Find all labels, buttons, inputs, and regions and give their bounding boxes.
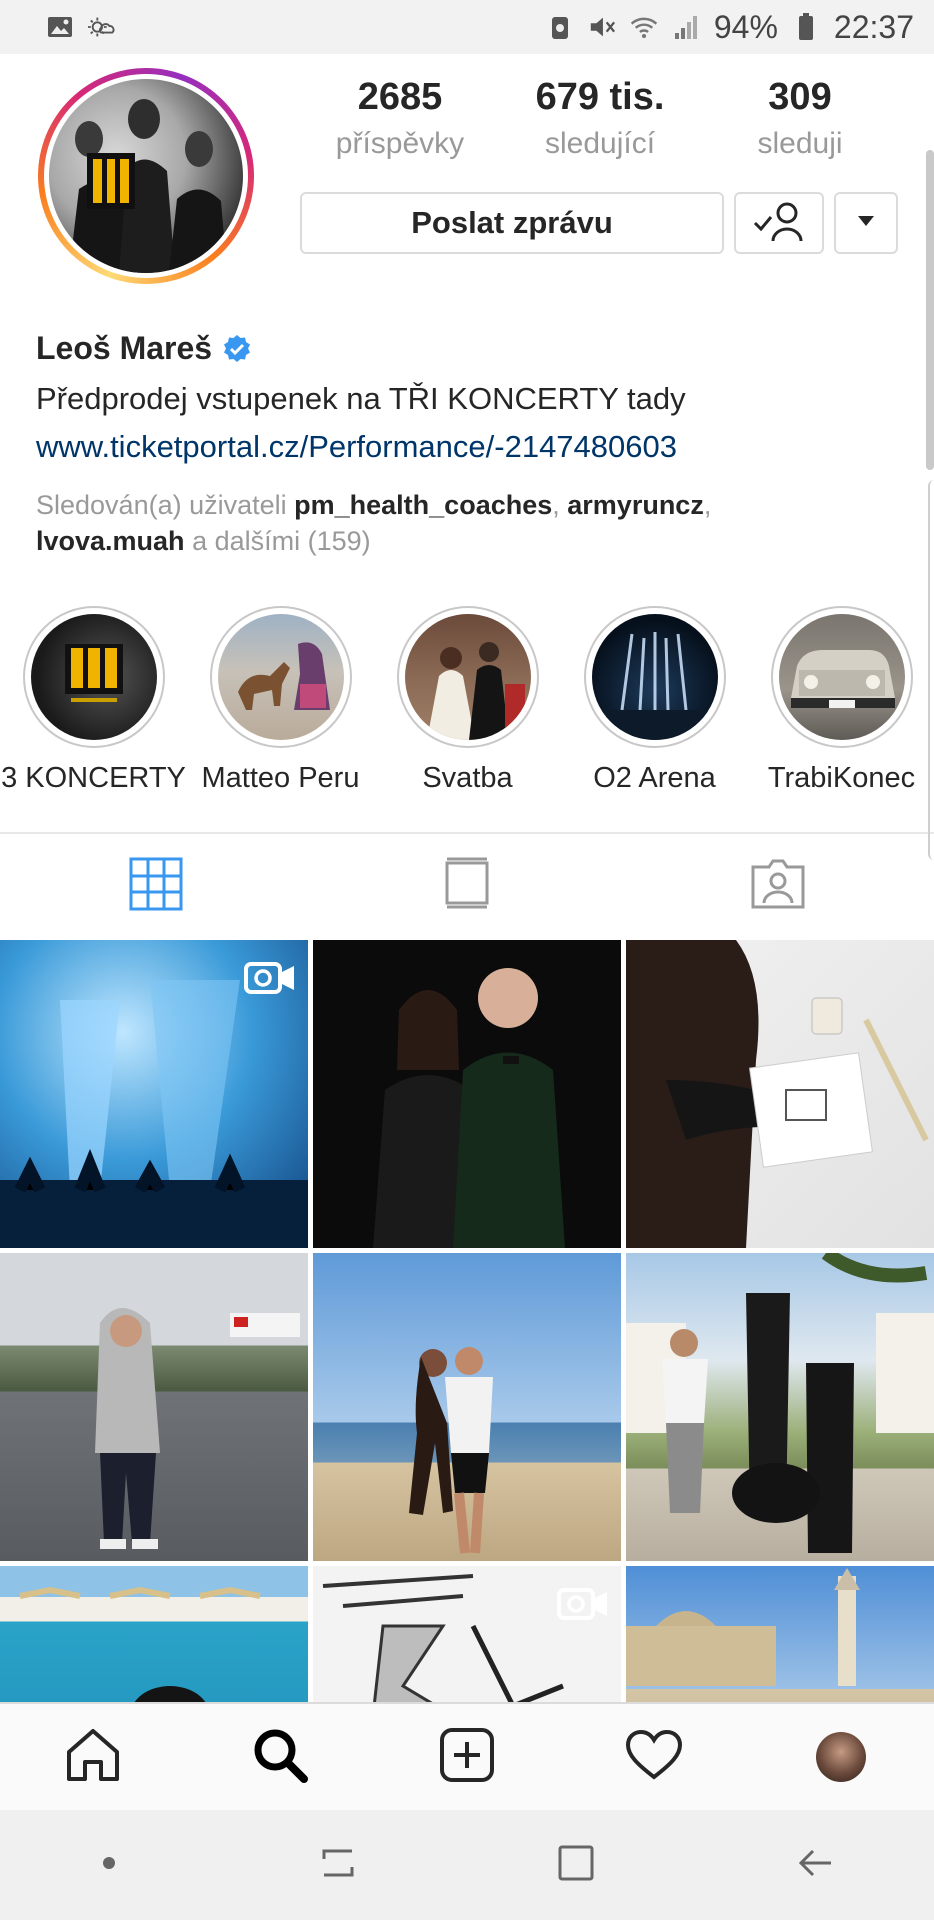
highlight-cover — [217, 614, 344, 740]
android-nav-bar — [0, 1810, 934, 1920]
stat-followers-label: sledující — [544, 127, 656, 160]
highlight-label: Matteo Peru — [201, 762, 360, 794]
highlight-label: O2 Arena — [593, 762, 716, 794]
highlight-label: TrabiKonec — [767, 762, 916, 794]
stat-posts-label: příspěvky — [335, 127, 465, 160]
followed-by-user[interactable]: lvova.muah — [36, 526, 185, 556]
verified-badge-icon — [222, 334, 252, 364]
heart-icon — [625, 1729, 683, 1786]
followed-by-text[interactable]: Sledován(a) uživateli pm_health_coaches,… — [36, 487, 916, 559]
signal-icon — [672, 13, 700, 41]
nav-search[interactable] — [235, 1712, 325, 1802]
profile-avatar — [49, 79, 243, 273]
clock: 22:37 — [833, 8, 914, 45]
highlight-cover — [30, 614, 157, 740]
highlight-cover — [591, 614, 718, 740]
bio-link[interactable]: www.ticketportal.cz/Performance/-2147480… — [36, 429, 916, 465]
tagged-icon — [751, 859, 805, 914]
post-thumbnail[interactable] — [0, 1253, 308, 1561]
grid-icon — [129, 857, 183, 916]
tab-feed[interactable] — [311, 834, 622, 938]
add-icon — [439, 1727, 495, 1788]
stat-posts-count: 2685 — [357, 76, 443, 118]
recent-apps-icon[interactable] — [318, 1843, 358, 1888]
stat-following[interactable]: 309 sleduji — [700, 76, 900, 161]
battery-icon — [792, 13, 820, 41]
leos-mares-logo — [87, 153, 135, 209]
search-icon — [252, 1727, 309, 1788]
highlight-item[interactable]: TrabiKonec — [748, 606, 934, 806]
weather-notification-icon — [88, 13, 116, 41]
mute-icon — [588, 13, 616, 41]
status-bar: 94% 22:37 — [0, 0, 934, 54]
stat-following-count: 309 — [768, 76, 832, 118]
story-highlights: 3 KONCERTY Matteo Peru Svatba O2 Arena T… — [0, 606, 934, 806]
followed-by-user[interactable]: pm_health_coaches — [294, 490, 552, 520]
highlight-item[interactable]: 3 KONCERTY — [0, 606, 187, 806]
dot-icon[interactable] — [99, 1853, 119, 1878]
person-check-icon — [751, 199, 807, 248]
post-thumbnail[interactable] — [626, 1566, 934, 1702]
highlight-label: Svatba — [422, 762, 513, 794]
stat-followers-count: 679 tis. — [535, 76, 665, 118]
profile-name: Leoš Mareš — [36, 330, 213, 366]
highlight-cover — [778, 614, 905, 740]
highlight-label: 3 KONCERTY — [1, 762, 186, 794]
bottom-nav — [0, 1702, 934, 1810]
tab-tagged[interactable] — [623, 834, 934, 938]
nav-add[interactable] — [422, 1712, 512, 1802]
highlight-item[interactable]: O2 Arena — [561, 606, 748, 806]
lock-recycle-icon — [546, 13, 574, 41]
stat-following-label: sleduji — [757, 127, 843, 160]
video-camera-icon — [557, 1586, 609, 1627]
profile-bio: Leoš Mareš Předprodej vstupenek na TŘI K… — [36, 330, 916, 559]
send-message-button[interactable]: Poslat zprávu — [300, 192, 724, 254]
profile-header: 2685 příspěvky 679 tis. sledující 309 sl… — [0, 54, 934, 304]
caret-down-icon — [857, 214, 875, 232]
highlight-item[interactable]: Svatba — [374, 606, 561, 806]
stat-posts[interactable]: 2685 příspěvky — [300, 76, 500, 161]
profile-tabs — [0, 834, 934, 938]
post-thumbnail[interactable] — [313, 1566, 621, 1702]
gallery-notification-icon — [46, 13, 74, 41]
profile-stats: 2685 příspěvky 679 tis. sledující 309 sl… — [300, 76, 920, 161]
video-camera-icon — [244, 960, 296, 1001]
wifi-icon — [630, 13, 658, 41]
post-thumbnail[interactable] — [626, 940, 934, 1248]
feed-icon — [444, 857, 490, 916]
profile-avatar-story-ring[interactable] — [38, 68, 254, 284]
following-button[interactable] — [734, 192, 824, 254]
post-thumbnail[interactable] — [0, 940, 308, 1248]
battery-percent: 94% — [713, 8, 778, 45]
home-square-icon[interactable] — [556, 1843, 596, 1888]
suggestions-dropdown-button[interactable] — [834, 192, 898, 254]
home-icon — [65, 1728, 121, 1787]
stat-followers[interactable]: 679 tis. sledující — [500, 76, 700, 161]
posts-grid — [0, 940, 934, 1702]
nav-profile[interactable] — [796, 1712, 886, 1802]
highlight-item[interactable]: Matteo Peru — [187, 606, 374, 806]
profile-avatar — [815, 1732, 866, 1782]
scroll-edge-indicator — [928, 480, 934, 860]
tab-grid[interactable] — [0, 834, 311, 938]
followed-by-user[interactable]: armyruncz — [567, 490, 704, 520]
nav-activity[interactable] — [609, 1712, 699, 1802]
scrollbar[interactable] — [926, 150, 934, 470]
highlight-cover — [404, 614, 531, 740]
back-arrow-icon[interactable] — [795, 1843, 835, 1888]
nav-home[interactable] — [48, 1712, 138, 1802]
post-thumbnail[interactable] — [313, 940, 621, 1248]
post-thumbnail[interactable] — [313, 1253, 621, 1561]
bio-text: Předprodej vstupenek na TŘI KONCERTY tad… — [36, 381, 686, 416]
post-thumbnail[interactable] — [0, 1566, 308, 1702]
post-thumbnail[interactable] — [626, 1253, 934, 1561]
